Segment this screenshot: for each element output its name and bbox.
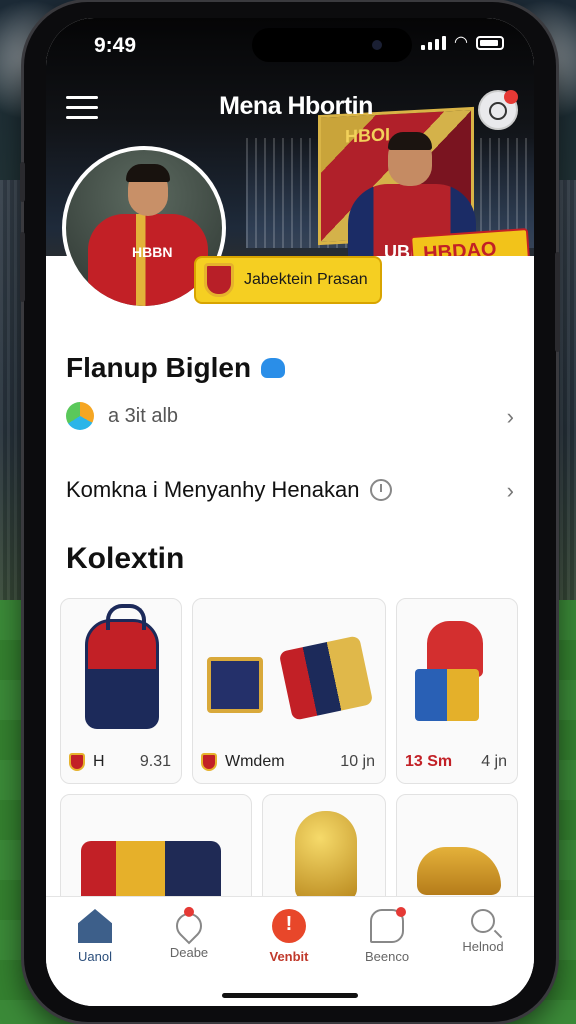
- dynamic-island: [252, 28, 412, 62]
- bottom-navigation: Uanol Deabe Venbit Beenco Helnod: [46, 896, 534, 1006]
- search-icon: [471, 909, 495, 933]
- profile-name-row: Flanup Biglen: [66, 352, 286, 384]
- wifi-icon: ◠: [454, 34, 468, 51]
- phone-frame: HBOI UBBJ HBDAO 9:49 ◠ Mena Hbortin Flan…: [20, 2, 560, 1022]
- status-time: 9:49: [94, 34, 137, 57]
- nav-home[interactable]: Uanol: [50, 909, 140, 973]
- brand-logo-icon: [66, 402, 94, 430]
- nav-location[interactable]: Deabe: [144, 904, 234, 973]
- home-icon: [78, 909, 112, 943]
- chevron-right-icon: ›: [506, 404, 514, 429]
- player-name-badge[interactable]: Jabektein Prasan: [194, 256, 382, 304]
- chevron-right-icon: ›: [506, 478, 514, 503]
- nav-search[interactable]: Helnod: [438, 909, 528, 973]
- top-app-bar: Mena Hbortin: [46, 88, 534, 132]
- club-crest-icon: [201, 753, 217, 771]
- menu-icon[interactable]: [66, 96, 98, 122]
- collection-card[interactable]: H 9.31: [60, 598, 182, 784]
- collection-title: Kolextin: [66, 542, 185, 575]
- user-avatar-button[interactable]: [478, 90, 518, 130]
- bag-image: [278, 635, 374, 721]
- profile-name: Flanup Biglen: [66, 352, 252, 383]
- nav-messages[interactable]: Beenco: [342, 907, 432, 973]
- clock-icon: [369, 479, 392, 501]
- boot-image: [417, 847, 501, 895]
- profile-info-row[interactable]: a 3it alb ›: [66, 394, 514, 438]
- status-bar: 9:49 ◠: [46, 18, 534, 72]
- alert-icon: [272, 909, 306, 943]
- app-title: Mena Hbortin: [219, 92, 373, 120]
- home-indicator[interactable]: [222, 993, 358, 998]
- club-crest-icon: [69, 753, 85, 771]
- collection-card[interactable]: 13 Sm 4 jn: [396, 598, 518, 784]
- backpack-image: [85, 604, 159, 729]
- collection-card[interactable]: Wmdem 10 jn: [192, 598, 386, 784]
- battery-icon: [476, 36, 504, 50]
- verified-icon: [261, 358, 286, 378]
- gift-box-image: [207, 657, 263, 713]
- location-pin-icon: [170, 904, 208, 945]
- club-crest-icon: [204, 263, 234, 297]
- notification-badge: [504, 90, 518, 104]
- avatar-icon: [489, 102, 507, 120]
- app-screen: HBOI UBBJ HBDAO 9:49 ◠ Mena Hbortin Flan…: [46, 18, 534, 1006]
- profile-link-row[interactable]: Komkna i Menyanhy Henakan ›: [66, 468, 514, 512]
- trophy-image: [295, 811, 357, 901]
- signal-icon: [421, 36, 447, 50]
- nav-alerts[interactable]: Venbit: [244, 909, 334, 973]
- chat-icon: [370, 907, 406, 943]
- cube-image: [415, 669, 479, 721]
